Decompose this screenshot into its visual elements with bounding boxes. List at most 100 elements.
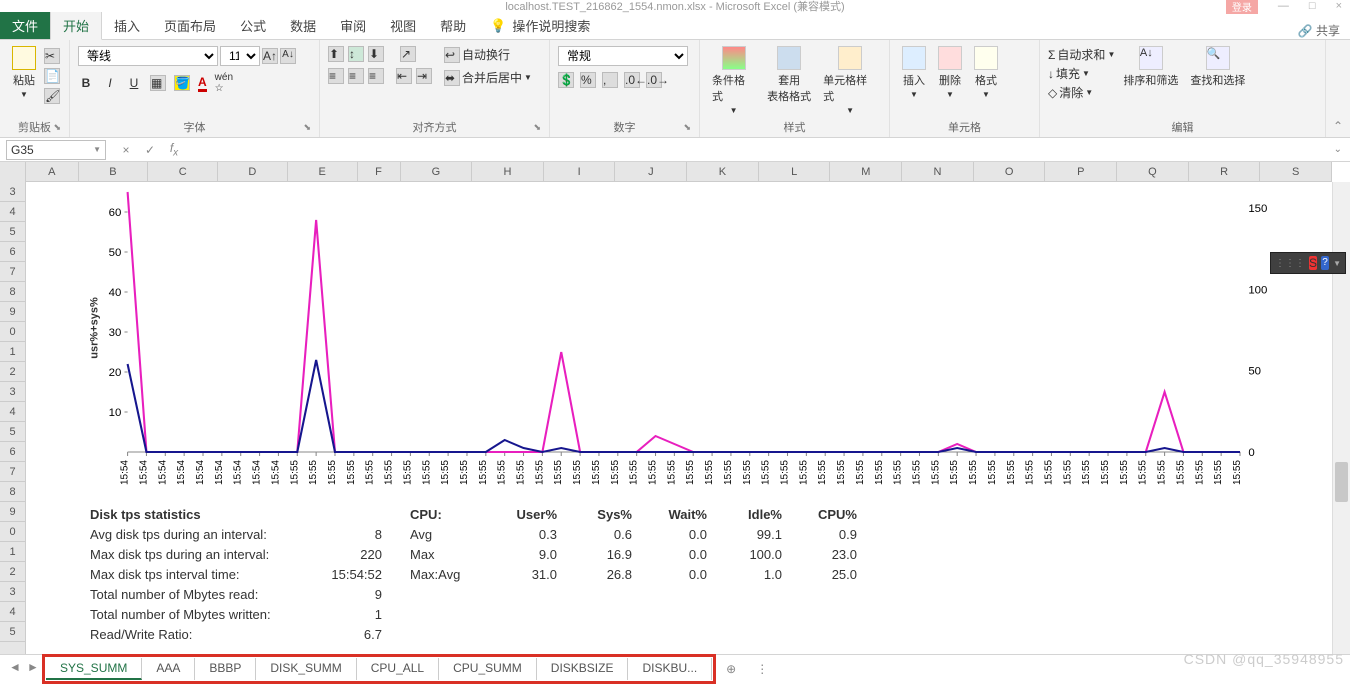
- cell[interactable]: Disk tps statistics: [86, 507, 306, 522]
- delete-cells-button[interactable]: 删除▼: [934, 44, 966, 101]
- close-icon[interactable]: ×: [1336, 0, 1342, 12]
- formula-input[interactable]: [190, 141, 1320, 159]
- minimize-icon[interactable]: —: [1278, 0, 1289, 12]
- row-header[interactable]: 9: [0, 502, 25, 522]
- sheet-tab[interactable]: DISK_SUMM: [256, 658, 356, 680]
- border-button[interactable]: ▦: [150, 75, 166, 91]
- cell[interactable]: 6.7: [306, 627, 386, 642]
- paste-button[interactable]: 粘贴▼: [8, 44, 40, 101]
- tool-help-icon[interactable]: ?: [1321, 256, 1329, 270]
- align-bottom-icon[interactable]: ⬇: [368, 46, 384, 62]
- tool-dropdown-icon[interactable]: ▼: [1333, 259, 1341, 268]
- cell[interactable]: Max disk tps interval time:: [86, 567, 306, 582]
- cell[interactable]: 1.0: [711, 567, 786, 582]
- orientation-icon[interactable]: ↗: [400, 46, 416, 62]
- chart-area[interactable]: usr%+sys% Disk 10203040506005010015015:5…: [86, 182, 1292, 502]
- underline-button[interactable]: U: [126, 76, 142, 90]
- cell[interactable]: 99.1: [711, 527, 786, 542]
- row-header[interactable]: 1: [0, 542, 25, 562]
- tool-red-icon[interactable]: S: [1309, 256, 1317, 270]
- column-header[interactable]: A: [26, 162, 79, 182]
- column-header[interactable]: N: [902, 162, 974, 182]
- scrollbar-thumb[interactable]: [1335, 462, 1348, 502]
- cell[interactable]: Read/Write Ratio:: [86, 627, 306, 642]
- tab-view[interactable]: 视图: [378, 12, 428, 39]
- row-header[interactable]: 0: [0, 522, 25, 542]
- tab-file[interactable]: 文件: [0, 12, 50, 39]
- cell[interactable]: 26.8: [561, 567, 636, 582]
- align-top-icon[interactable]: ⬆: [328, 46, 344, 62]
- cell[interactable]: 1: [306, 607, 386, 622]
- font-color-button[interactable]: A: [198, 75, 207, 92]
- tab-home[interactable]: 开始: [50, 11, 102, 40]
- row-header[interactable]: 1: [0, 342, 25, 362]
- indent-decrease-icon[interactable]: ⇤: [396, 68, 412, 84]
- row-header[interactable]: 5: [0, 222, 25, 242]
- tab-nav-next-icon[interactable]: ►: [24, 660, 42, 678]
- cell[interactable]: 9: [306, 587, 386, 602]
- column-header[interactable]: F: [358, 162, 401, 182]
- tab-help[interactable]: 帮助: [428, 12, 478, 39]
- dialog-launcher-icon[interactable]: ⬊: [303, 122, 311, 133]
- column-header[interactable]: C: [148, 162, 218, 182]
- tab-menu-icon[interactable]: ⋮: [746, 662, 778, 676]
- column-header[interactable]: B: [79, 162, 149, 182]
- row-header[interactable]: 9: [0, 302, 25, 322]
- cell[interactable]: Total number of Mbytes written:: [86, 607, 306, 622]
- cell[interactable]: 16.9: [561, 547, 636, 562]
- cell[interactable]: CPU%: [786, 507, 861, 522]
- cell[interactable]: 0.0: [636, 547, 711, 562]
- align-left-icon[interactable]: ≡: [328, 68, 344, 84]
- dialog-launcher-icon[interactable]: ⬊: [683, 122, 691, 133]
- row-header[interactable]: 4: [0, 402, 25, 422]
- column-header[interactable]: M: [830, 162, 902, 182]
- column-header[interactable]: R: [1189, 162, 1261, 182]
- cell[interactable]: 25.0: [786, 567, 861, 582]
- cell[interactable]: 0.0: [636, 527, 711, 542]
- cut-icon[interactable]: ✂: [44, 48, 60, 64]
- cell[interactable]: 0.0: [636, 567, 711, 582]
- table-format-button[interactable]: 套用 表格格式: [763, 44, 815, 106]
- cancel-formula-icon[interactable]: ×: [118, 142, 134, 158]
- sheet-tab[interactable]: DISKBSIZE: [537, 658, 629, 680]
- maximize-icon[interactable]: □: [1309, 0, 1316, 12]
- fill-button[interactable]: ↓ 填充 ▼: [1048, 65, 1115, 82]
- percent-icon[interactable]: %: [580, 72, 596, 88]
- cell[interactable]: 8: [306, 527, 386, 542]
- cell[interactable]: 0.3: [486, 527, 561, 542]
- floating-toolbar[interactable]: ⋮⋮⋮ S ? ▼: [1270, 252, 1346, 274]
- merge-center-button[interactable]: ⬌合并后居中▼: [444, 69, 532, 86]
- increase-font-icon[interactable]: A↑: [262, 48, 278, 64]
- row-header[interactable]: 2: [0, 362, 25, 382]
- row-header[interactable]: 3: [0, 382, 25, 402]
- find-select-button[interactable]: 🔍查找和选择: [1186, 44, 1249, 90]
- column-header[interactable]: I: [544, 162, 616, 182]
- cell[interactable]: CPU:: [406, 507, 486, 522]
- cell-style-button[interactable]: 单元格样式▼: [819, 44, 881, 117]
- row-header[interactable]: 8: [0, 282, 25, 302]
- row-header[interactable]: 8: [0, 482, 25, 502]
- format-cells-button[interactable]: 格式▼: [970, 44, 1002, 101]
- cell[interactable]: Avg disk tps during an interval:: [86, 527, 306, 542]
- cell[interactable]: Max: [406, 547, 486, 562]
- collapse-ribbon-icon[interactable]: ⌃: [1326, 40, 1350, 137]
- fx-icon[interactable]: fx: [166, 142, 182, 158]
- cell[interactable]: User%: [486, 507, 561, 522]
- cell[interactable]: Sys%: [561, 507, 636, 522]
- row-header[interactable]: 0: [0, 322, 25, 342]
- name-box[interactable]: G35▼: [6, 140, 106, 160]
- column-header[interactable]: E: [288, 162, 358, 182]
- decrease-font-icon[interactable]: A↓: [280, 48, 296, 64]
- tab-data[interactable]: 数据: [278, 12, 328, 39]
- comma-icon[interactable]: ,: [602, 72, 618, 88]
- cell[interactable]: Idle%: [711, 507, 786, 522]
- insert-cells-button[interactable]: 插入▼: [898, 44, 930, 101]
- column-header[interactable]: Q: [1117, 162, 1189, 182]
- cell[interactable]: 31.0: [486, 567, 561, 582]
- cell[interactable]: Total number of Mbytes read:: [86, 587, 306, 602]
- column-header[interactable]: G: [401, 162, 473, 182]
- column-header[interactable]: P: [1045, 162, 1117, 182]
- sort-filter-button[interactable]: A↓排序和筛选: [1119, 44, 1182, 90]
- tab-formula[interactable]: 公式: [228, 12, 278, 39]
- cell[interactable]: Max disk tps during an interval:: [86, 547, 306, 562]
